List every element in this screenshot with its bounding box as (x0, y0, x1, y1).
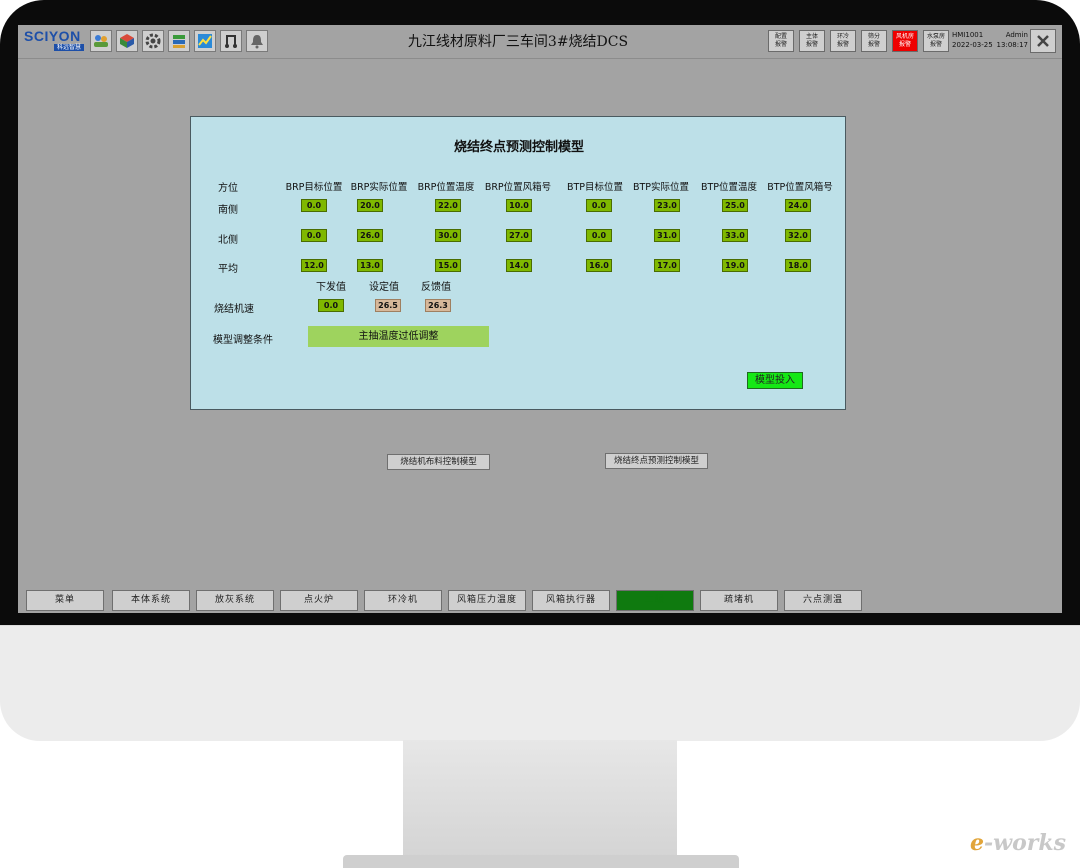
menu-button-menu[interactable]: 菜单 (26, 590, 104, 611)
menu-button-ring-cooler[interactable]: 环冷机 (364, 590, 442, 611)
feed-control-model-button[interactable]: 烧结机布料控制模型 (387, 454, 490, 470)
panel-title: 烧结终点预测控制模型 (453, 140, 584, 155)
value-cell: 27.0 (506, 229, 532, 242)
alarm-button-cooler[interactable]: 环冷 报警 (830, 30, 856, 52)
col-header: BRP位置风箱号 (484, 182, 552, 193)
monitor-chin (0, 625, 1080, 741)
menu-button-six-point-temp[interactable]: 六点测温 (784, 590, 862, 611)
col-header: BRP位置温度 (417, 182, 475, 193)
menu-button-windbox-actuator[interactable]: 风箱执行器 (532, 590, 610, 611)
value-cell: 0.0 (301, 199, 327, 212)
speed-feedback-value: 26.3 (425, 299, 451, 312)
condition-value: 主抽温度过低调整 (308, 326, 489, 347)
model-enable-button[interactable]: 模型投入 (747, 372, 803, 389)
value-cell: 19.0 (722, 259, 748, 272)
value-cell: 26.0 (357, 229, 383, 242)
condition-label: 模型调整条件 (213, 335, 273, 346)
alarm-button-pump-room[interactable]: 水泵房 报警 (923, 30, 949, 52)
value-cell: 0.0 (586, 229, 612, 242)
value-cell: 23.0 (654, 199, 680, 212)
value-cell: 13.0 (357, 259, 383, 272)
value-cell: 22.0 (435, 199, 461, 212)
value-cell: 20.0 (357, 199, 383, 212)
menu-button-level-two[interactable]: 二级 (616, 590, 694, 611)
alarm-button-screening[interactable]: 筛分 报警 (861, 30, 887, 52)
col-header: BRP实际位置 (350, 182, 408, 193)
current-time: 13:08:17 (996, 41, 1028, 49)
speed-setpoint-value[interactable]: 26.5 (375, 299, 401, 312)
gear-icon[interactable] (142, 30, 164, 52)
row-label-average: 平均 (218, 264, 238, 275)
menu-button-unblocker[interactable]: 疏堵机 (700, 590, 778, 611)
value-cell: 10.0 (506, 199, 532, 212)
monitor-stand (403, 740, 677, 858)
user-name: Admin (1005, 31, 1028, 39)
users-icon[interactable] (90, 30, 112, 52)
watermark-logo: e-works (970, 830, 1066, 856)
col-header: BTP位置风箱号 (767, 182, 833, 193)
close-icon[interactable] (1030, 29, 1056, 53)
value-cell: 17.0 (654, 259, 680, 272)
value-cell: 32.0 (785, 229, 811, 242)
value-cell: 25.0 (722, 199, 748, 212)
chart-icon[interactable] (194, 30, 216, 52)
alarm-button-fan-room[interactable]: 风机房 报警 (892, 30, 918, 52)
hmi-screen: SCIYON 科远智慧 九江线材原料厂三车间3#烧结DCS 配置 报警 主体 报警 … (18, 25, 1062, 613)
station-id: HMI1001 (952, 31, 984, 39)
value-cell: 30.0 (435, 229, 461, 242)
value-cell: 15.0 (435, 259, 461, 272)
col-header: BTP位置温度 (700, 182, 758, 193)
alarm-button-config[interactable]: 配置 报警 (768, 30, 794, 52)
sinter-speed-label: 烧结机速 (214, 304, 254, 315)
alarm-button-main[interactable]: 主体 报警 (799, 30, 825, 52)
row-label-south: 南侧 (218, 205, 238, 216)
menu-button-ash-system[interactable]: 放灰系统 (196, 590, 274, 611)
speed-header-issued: 下发值 (316, 282, 346, 293)
menu-button-ignition-furnace[interactable]: 点火炉 (280, 590, 358, 611)
value-cell: 16.0 (586, 259, 612, 272)
value-cell: 12.0 (301, 259, 327, 272)
speed-header-setpoint: 设定值 (369, 282, 399, 293)
monitor-stand-base (343, 855, 739, 868)
value-cell: 0.0 (586, 199, 612, 212)
top-toolbar: SCIYON 科远智慧 九江线材原料厂三车间3#烧结DCS 配置 报警 主体 报警 … (18, 25, 1062, 59)
status-readout: HMI1001 Admin 2022-03-25 13:08:17 (952, 30, 1028, 52)
bell-icon[interactable] (246, 30, 268, 52)
speed-header-feedback: 反馈值 (421, 282, 451, 293)
layers-icon[interactable] (168, 30, 190, 52)
value-cell: 0.0 (301, 229, 327, 242)
speed-issued-value: 0.0 (318, 299, 344, 312)
col-header: BTP目标位置 (566, 182, 624, 193)
cube-icon[interactable] (116, 30, 138, 52)
current-date: 2022-03-25 (952, 41, 993, 49)
col-header: BRP目标位置 (285, 182, 343, 193)
value-cell: 14.0 (506, 259, 532, 272)
music-icon[interactable] (220, 30, 242, 52)
menu-button-body-system[interactable]: 本体系统 (112, 590, 190, 611)
endpoint-prediction-panel: 烧结终点预测控制模型 方位 BRP目标位置 BRP实际位置 BRP位置温度 BR… (190, 116, 846, 410)
col-header: BTP实际位置 (632, 182, 690, 193)
value-cell: 33.0 (722, 229, 748, 242)
value-cell: 24.0 (785, 199, 811, 212)
row-label-north: 北侧 (218, 235, 238, 246)
value-cell: 18.0 (785, 259, 811, 272)
value-cell: 31.0 (654, 229, 680, 242)
row-header: 方位 (218, 183, 238, 194)
menu-button-windbox-pressure[interactable]: 风箱压力温度 (448, 590, 526, 611)
endpoint-model-button[interactable]: 烧结终点预测控制模型 (605, 453, 708, 469)
sciyon-logo: SCIYON 科远智慧 (24, 28, 86, 52)
bottom-menu-bar: 菜单 本体系统 放灰系统 点火炉 环冷机 风箱压力温度 风箱执行器 二级 疏堵机… (18, 589, 1062, 613)
app-title: 九江线材原料厂三车间3#烧结DCS (407, 34, 629, 50)
